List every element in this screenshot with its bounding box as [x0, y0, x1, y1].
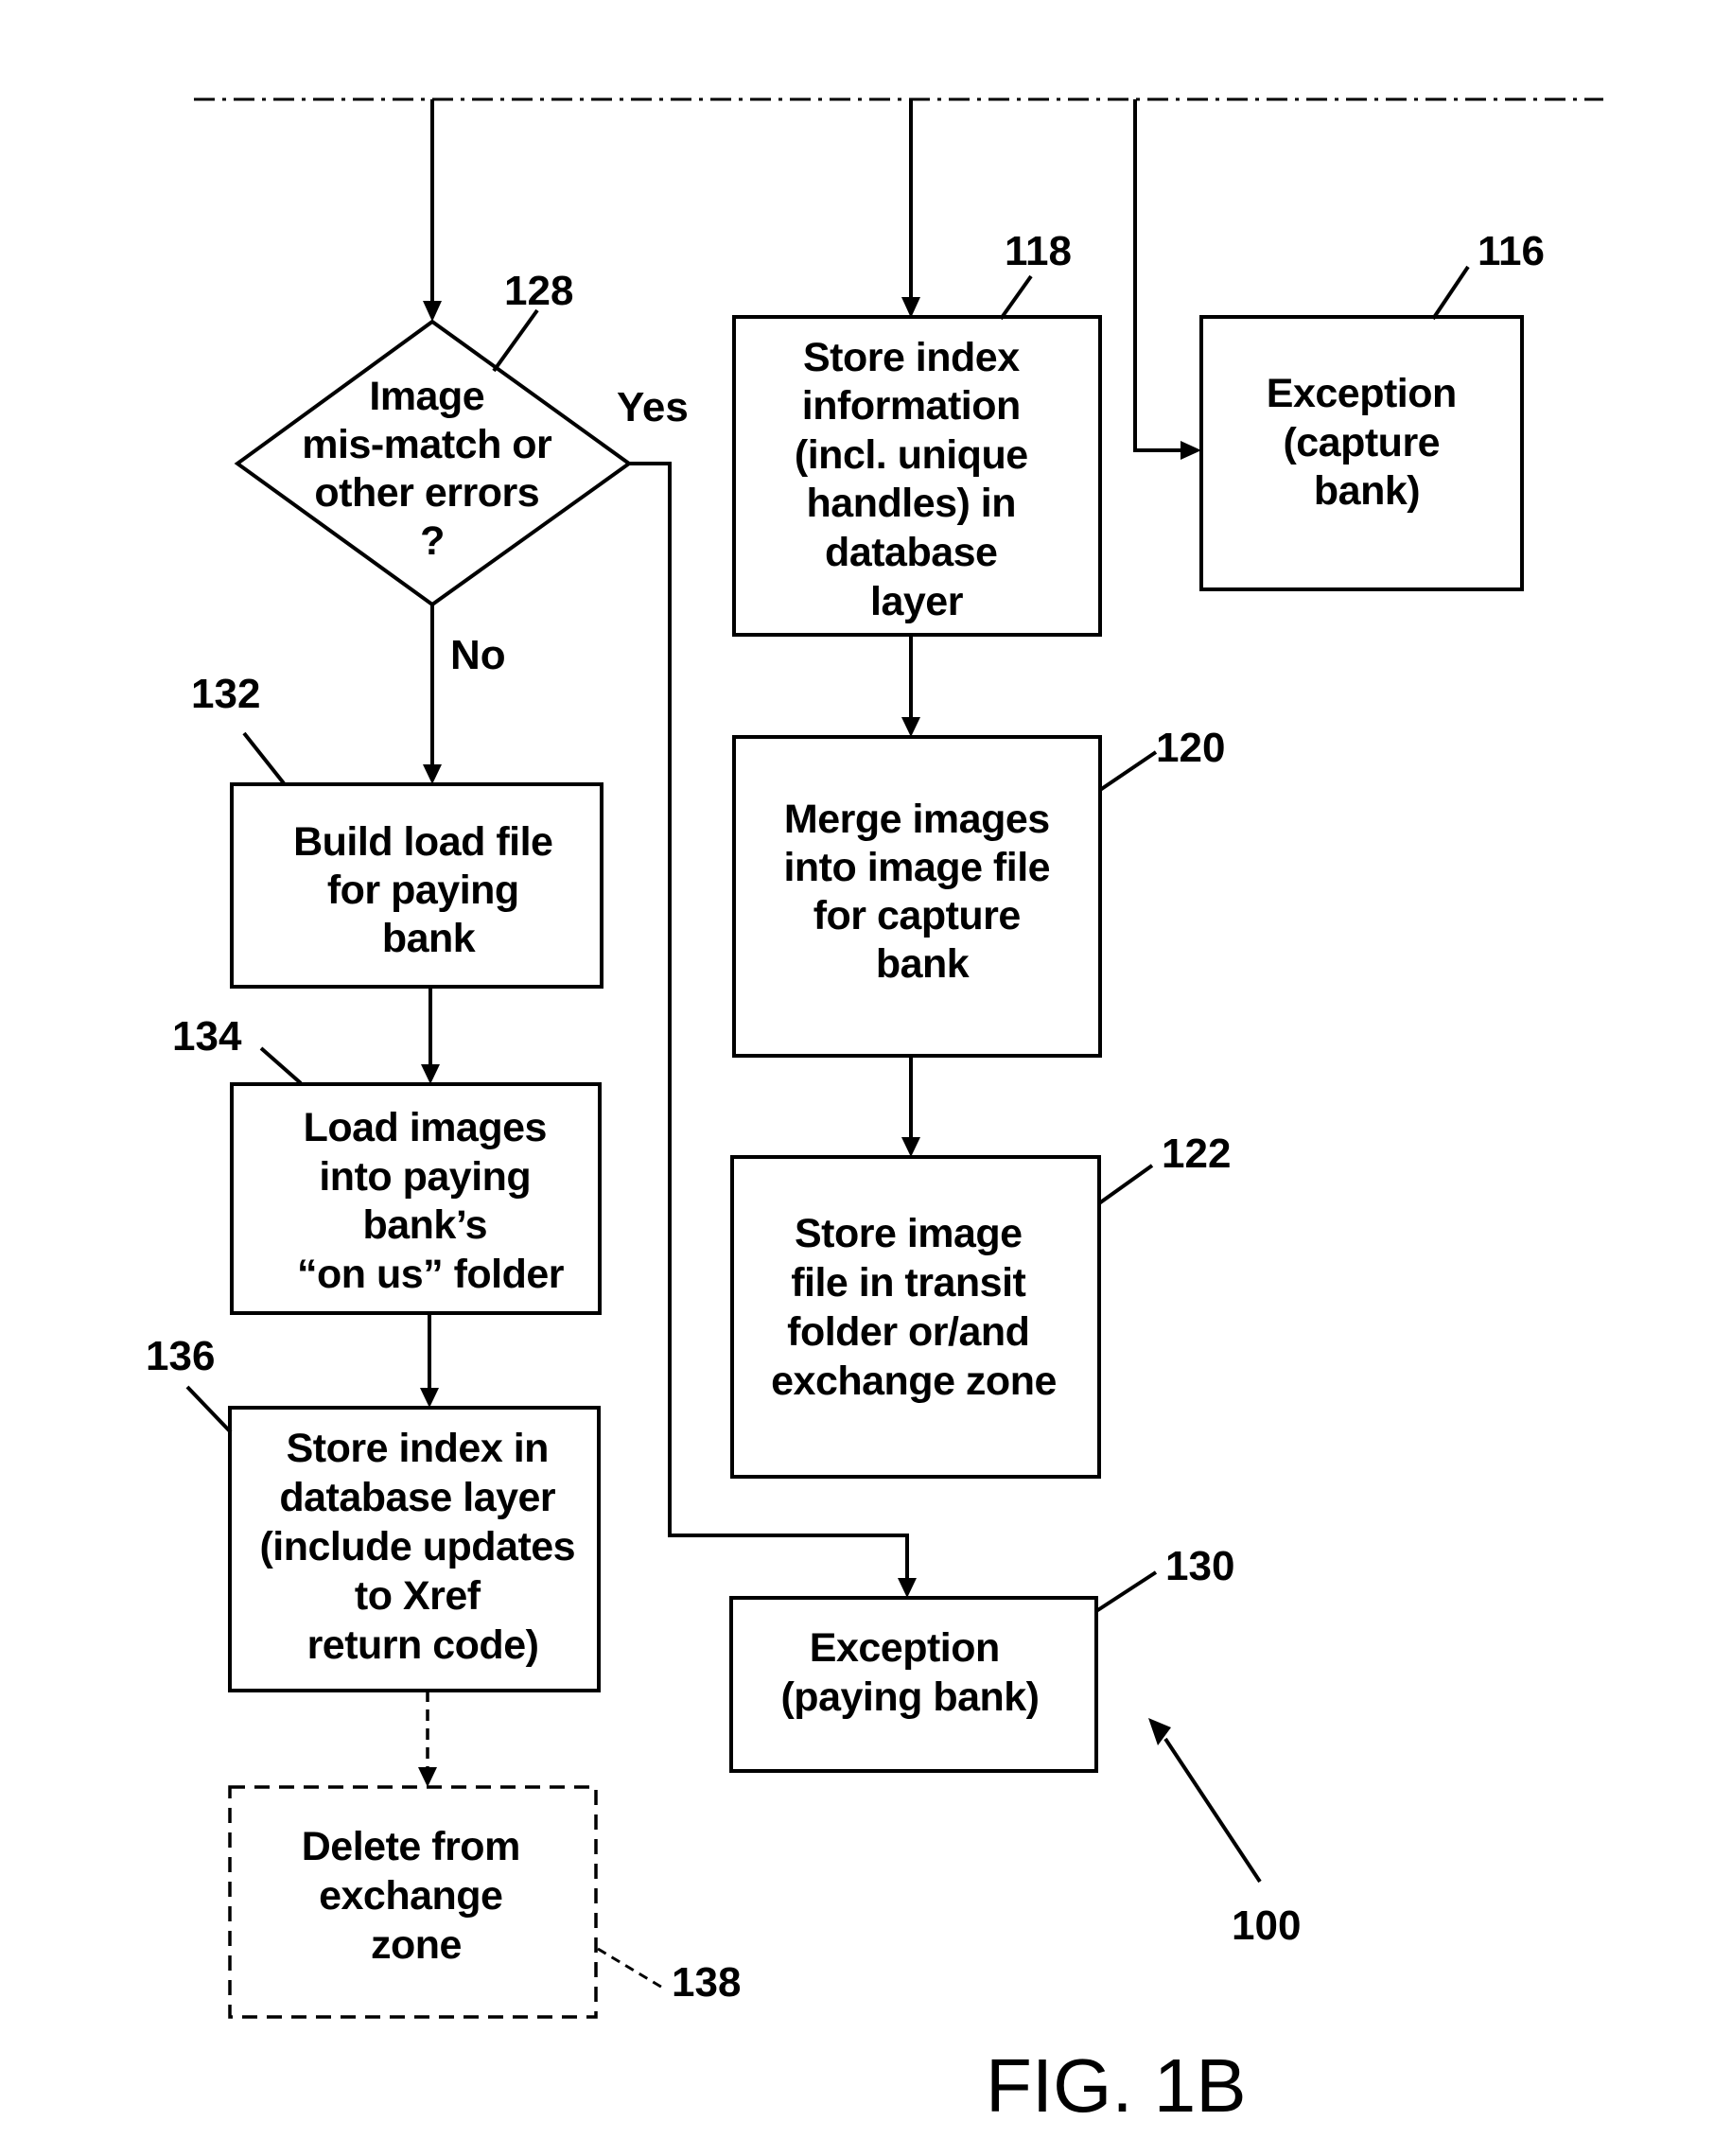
leader-138 [597, 1947, 665, 1990]
leader-136 [185, 1385, 233, 1434]
arrow-118-to-120 [901, 635, 920, 737]
arrow-to-118 [901, 99, 920, 318]
ref-132: 132 [191, 671, 260, 717]
figure-label: FIG. 1B [986, 2043, 1247, 2128]
box-138: Delete from exchange zone 138 [228, 1785, 741, 2019]
box-118: Store index information (incl. unique ha… [732, 228, 1102, 637]
box-120: Merge images into image file for capture… [732, 725, 1225, 1058]
ref-128: 128 [504, 268, 573, 314]
yes-label: Yes [617, 384, 689, 430]
box-116: Exception (capture bank) 116 [1199, 228, 1545, 591]
arrow-no-to-132 [423, 605, 442, 784]
box-134: Load images into paying bank’s “on us” f… [172, 1013, 602, 1315]
ref-118: 118 [1005, 228, 1072, 274]
arrow-to-116 [1133, 99, 1201, 460]
no-label: No [450, 632, 506, 678]
leader-132 [242, 731, 286, 785]
arrow-136-to-138 [418, 1691, 437, 1787]
ref-136: 136 [146, 1333, 215, 1379]
leader-134 [259, 1046, 303, 1085]
leader-130 [1094, 1570, 1158, 1613]
box-122: Store image file in transit folder or/an… [730, 1131, 1231, 1479]
ref-130: 130 [1165, 1543, 1234, 1589]
box-132: Build load file for paying bank 132 [191, 671, 603, 989]
flowchart-canvas: Image mis-match or other errors ? 128 Ye… [146, 97, 1603, 2128]
arrow-to-128 [423, 99, 442, 322]
ref-122: 122 [1162, 1131, 1231, 1177]
leader-120 [1098, 750, 1158, 792]
ref-100: 100 [1232, 1902, 1301, 1949]
arrow-120-to-122 [901, 1056, 920, 1157]
ref-138: 138 [672, 1959, 741, 2006]
arrow-134-to-136 [420, 1313, 439, 1408]
leader-116 [1431, 265, 1470, 321]
box-136: Store index in database layer (include u… [146, 1333, 601, 1692]
box-136-text: Store index in database layer (include u… [259, 1426, 586, 1668]
reference-100: 100 [1148, 1718, 1301, 1949]
ref-116: 116 [1478, 228, 1545, 274]
arrow-132-to-134 [421, 987, 440, 1084]
ref-120: 120 [1156, 725, 1225, 771]
leader-128-line [492, 308, 539, 373]
ref-134: 134 [172, 1013, 242, 1060]
decision-128: Image mis-match or other errors ? 128 Ye… [234, 268, 689, 678]
leader-122 [1097, 1164, 1154, 1205]
leader-118 [999, 274, 1033, 321]
